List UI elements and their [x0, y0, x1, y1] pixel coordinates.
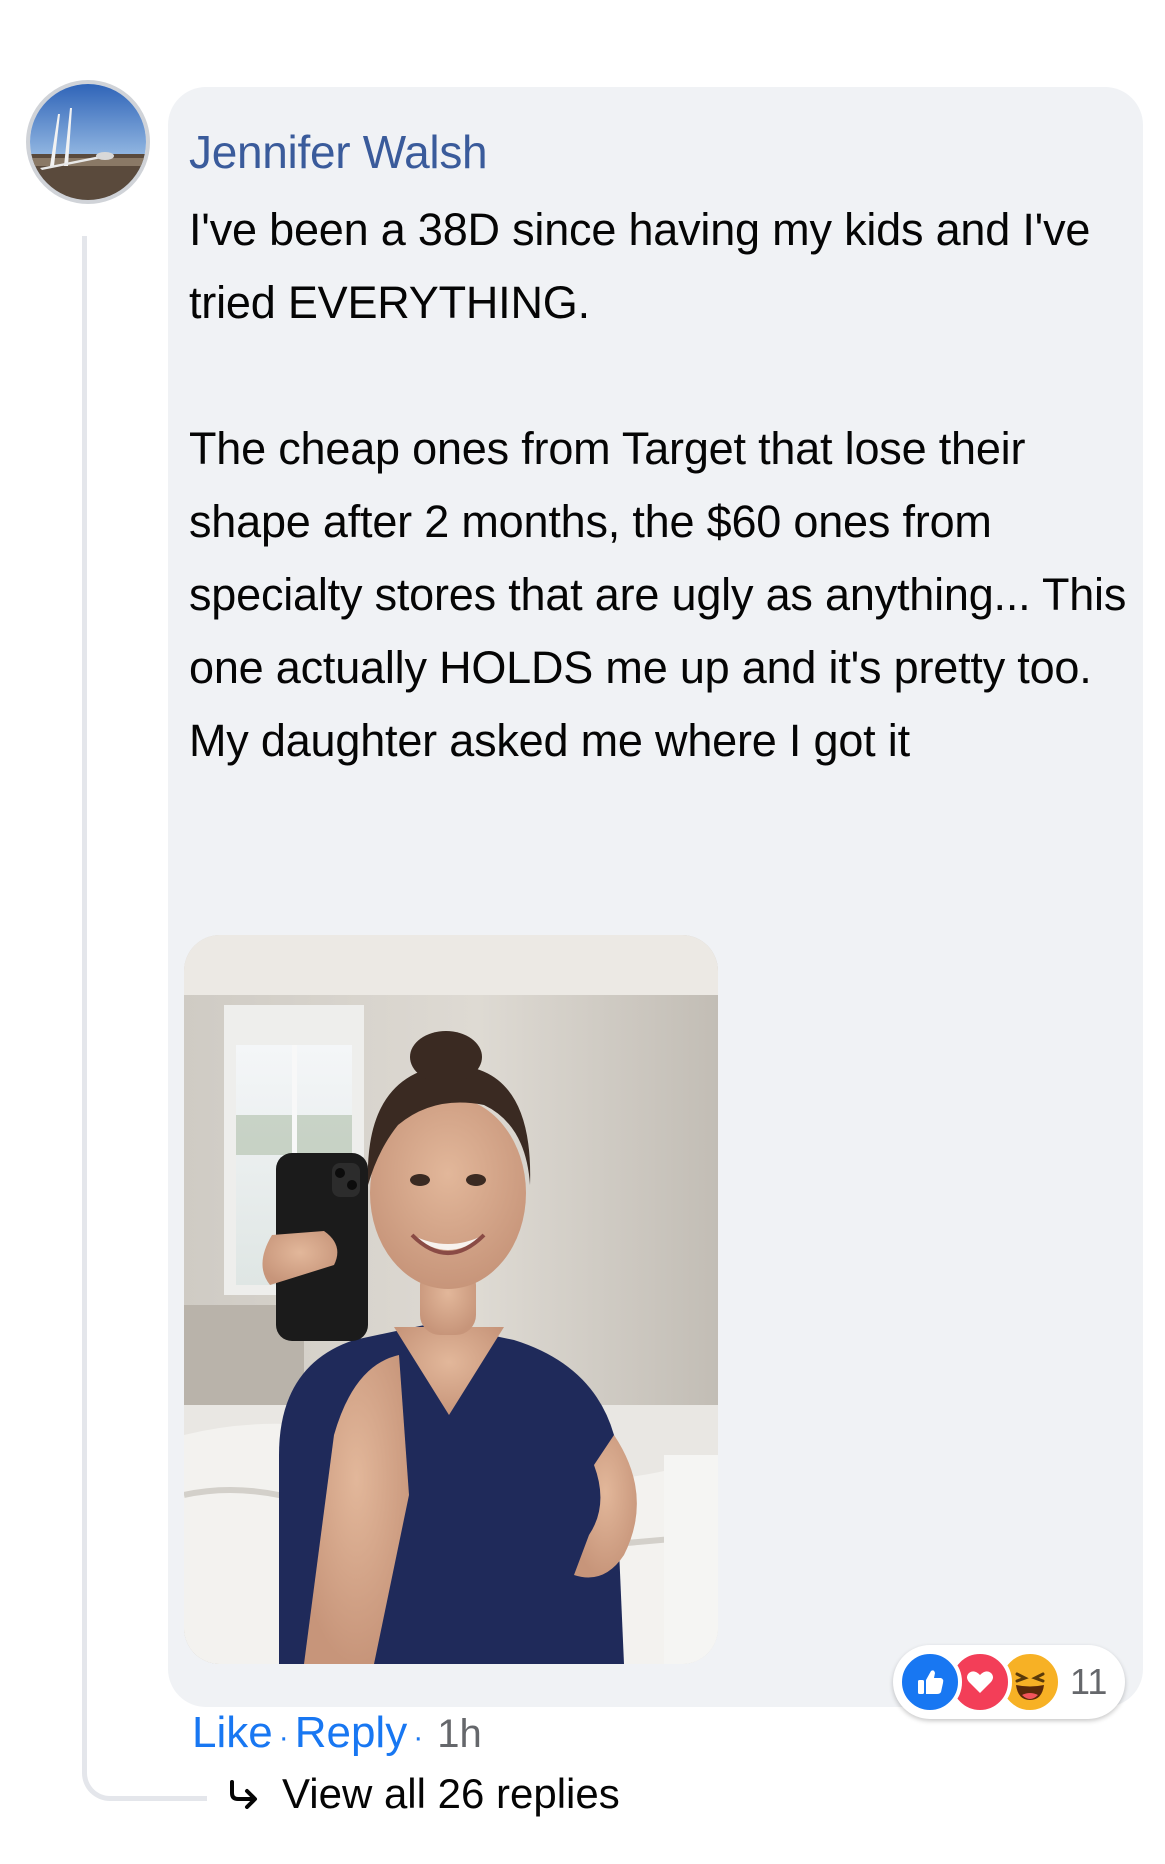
separator-dot: · — [413, 1721, 424, 1754]
comment-paragraph-2: The cheap ones from Target that lose the… — [189, 423, 1127, 766]
thumbs-up-icon — [918, 1670, 944, 1694]
avatar-photo — [30, 84, 146, 200]
view-replies-link[interactable]: View all 26 replies — [228, 1770, 620, 1818]
view-replies-label: View all 26 replies — [282, 1770, 620, 1817]
author-name[interactable]: Jennifer Walsh — [189, 125, 488, 179]
comment-body: I've been a 38D since having my kids and… — [189, 193, 1129, 777]
like-link[interactable]: Like — [192, 1708, 273, 1758]
comment-paragraph-1: I've been a 38D since having my kids and… — [189, 204, 1091, 328]
reaction-summary[interactable]: 11 — [893, 1645, 1126, 1719]
separator-dot: · — [278, 1721, 289, 1754]
comment-timestamp[interactable]: 1h — [437, 1712, 482, 1757]
heart-icon — [967, 1671, 993, 1693]
author-avatar[interactable] — [26, 80, 150, 204]
comment-actions: Like · Reply · 1h — [192, 1708, 482, 1758]
like-reaction-icon — [898, 1650, 962, 1714]
laughing-face-icon — [1015, 1672, 1045, 1700]
reaction-count: 11 — [1070, 1661, 1108, 1702]
selfie-photo — [184, 935, 718, 1664]
reply-arrow-icon — [230, 1780, 257, 1809]
comment-photo[interactable] — [184, 935, 718, 1664]
reply-link[interactable]: Reply — [295, 1708, 408, 1758]
